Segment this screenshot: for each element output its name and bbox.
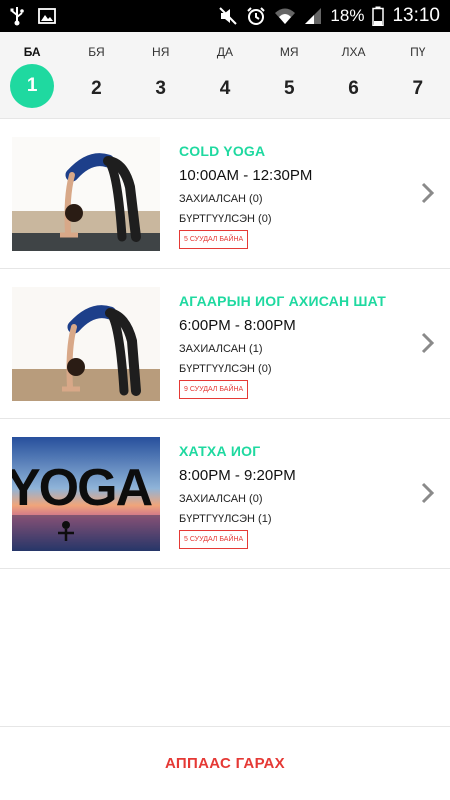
day-tab-7[interactable]: ПҮ 7 [386,32,450,118]
alarm-icon [247,7,266,25]
class-title: ХАТХА ИОГ [179,443,261,459]
signal-icon [305,8,322,24]
clock: 13:10 [392,5,440,26]
yoga-thumbnail-text: YOGA [12,459,153,517]
booked-count: ЗАХИАЛСАН (1) [179,343,263,355]
day-number[interactable]: 6 [332,67,376,111]
class-item-hatha-yoga[interactable]: YOGA ХАТХА ИОГ 8:00PM - 9:20PM ЗАХИАЛСАН… [0,419,450,569]
day-selector: БА 1 БЯ 2 НЯ 3 ДА 4 МЯ 5 ЛХА 6 ПҮ 7 [0,32,450,118]
registered-count: БҮРТГҮҮЛСЭН (1) [179,513,272,525]
day-number[interactable]: 7 [396,67,440,111]
booked-count: ЗАХИАЛСАН (0) [179,193,263,205]
registered-count: БҮРТГҮҮЛСЭН (0) [179,363,272,375]
wifi-icon [275,8,296,24]
class-thumbnail: YOGA [12,437,160,551]
class-info: COLD YOGA 10:00AM - 12:30PM ЗАХИАЛСАН (0… [179,143,312,249]
logout-button[interactable]: АППААС ГАРАХ [165,755,285,772]
seats-badge: 5 СУУДАЛ БАЙНА [179,530,249,549]
day-label: ЛХА [341,45,366,59]
chevron-right-icon[interactable] [420,331,436,355]
seats-badge: 5 СУУДАЛ БАЙНА [179,230,249,249]
chevron-right-icon[interactable] [420,481,436,505]
day-label: ПҮ [410,45,426,59]
day-label: МЯ [279,45,299,59]
usb-icon [10,7,24,26]
class-info: ХАТХА ИОГ 8:00PM - 9:20PM ЗАХИАЛСАН (0) … [179,443,296,549]
day-label: БА [23,45,41,59]
chevron-right-icon[interactable] [420,181,436,205]
class-time: 6:00PM - 8:00PM [179,317,296,334]
class-list: COLD YOGA 10:00AM - 12:30PM ЗАХИАЛСАН (0… [0,118,450,569]
day-number[interactable]: 5 [267,67,311,111]
day-label: НЯ [152,45,170,59]
class-item-aerial-yoga-advanced[interactable]: АГААРЫН ИОГ АХИСАН ШАТ 6:00PM - 8:00PM З… [0,269,450,419]
day-tab-5[interactable]: МЯ 5 [257,32,321,118]
image-icon [38,8,56,24]
mute-icon [219,7,238,25]
class-time: 8:00PM - 9:20PM [179,467,296,484]
battery-percent: 18% [330,6,365,25]
day-label: ДА [216,45,234,59]
day-number[interactable]: 4 [203,67,247,111]
class-item-cold-yoga[interactable]: COLD YOGA 10:00AM - 12:30PM ЗАХИАЛСАН (0… [0,119,450,269]
day-tab-1[interactable]: БА 1 [0,32,64,118]
day-tab-6[interactable]: ЛХА 6 [321,32,385,118]
day-label: БЯ [88,45,105,59]
seats-badge: 9 СУУДАЛ БАЙНА [179,380,249,399]
class-time: 10:00AM - 12:30PM [179,167,313,184]
class-thumbnail [12,287,160,401]
class-info: АГААРЫН ИОГ АХИСАН ШАТ 6:00PM - 8:00PM З… [179,293,386,399]
registered-count: БҮРТГҮҮЛСЭН (0) [179,213,272,225]
class-title: COLD YOGA [179,143,266,159]
day-tab-4[interactable]: ДА 4 [193,32,257,118]
day-number-selected[interactable]: 1 [10,64,55,108]
day-number[interactable]: 2 [74,67,118,111]
class-thumbnail [12,137,160,251]
day-tab-2[interactable]: БЯ 2 [64,32,128,118]
day-tab-3[interactable]: НЯ 3 [129,32,193,118]
day-number[interactable]: 3 [139,67,183,111]
footer: АППААС ГАРАХ [0,726,450,800]
battery-icon [372,6,385,26]
status-bar: 18% 13:10 [0,0,450,32]
class-title: АГААРЫН ИОГ АХИСАН ШАТ [179,293,387,309]
booked-count: ЗАХИАЛСАН (0) [179,493,263,505]
